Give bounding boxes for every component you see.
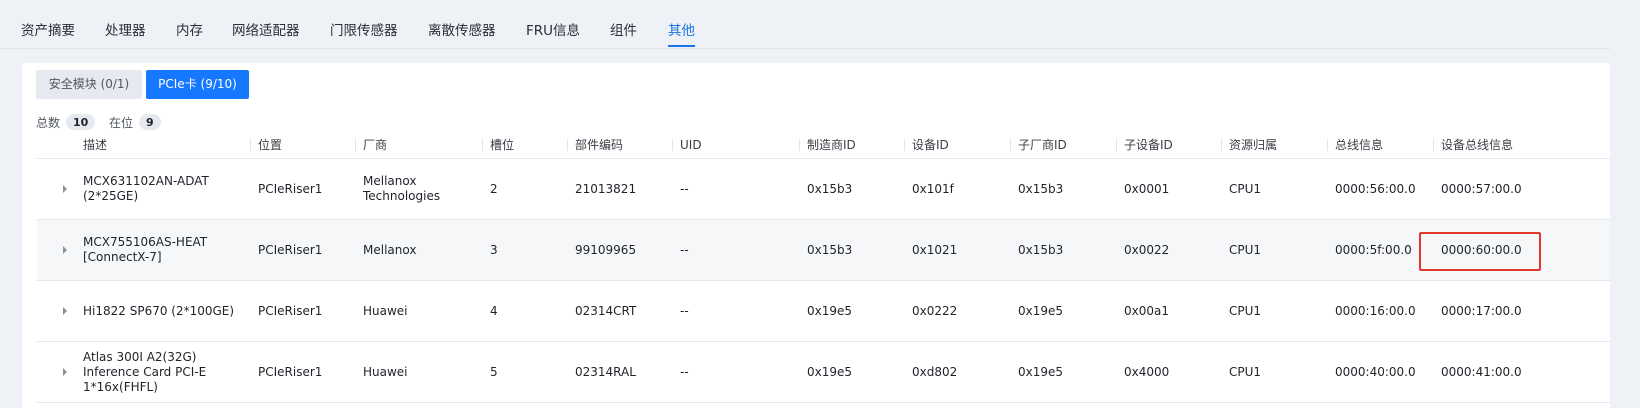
cell-uid: --	[680, 364, 689, 379]
cell-manufacturer-id: 0x15b3	[807, 181, 853, 196]
column-header-manufacturer-id: 制造商ID	[799, 132, 856, 158]
cell-resource-owner: CPU1	[1229, 242, 1262, 257]
tab-processor[interactable]: 处理器	[105, 22, 146, 40]
total-label: 总数	[36, 116, 61, 130]
table-row[interactable]: Atlas 300I A2(32G) Inference Card PCI-E …	[37, 342, 1610, 403]
column-header-subdevice-id: 子设备ID	[1116, 132, 1173, 158]
table-row[interactable]: MCX755106AS-HEAT [ConnectX-7] PCIeRiser1…	[37, 220, 1610, 281]
subtab-pcie-card[interactable]: PCIe卡 (9/10)	[146, 70, 249, 99]
cell-position: PCIeRiser1	[258, 242, 323, 257]
cell-vendor: Mellanox	[363, 242, 417, 257]
cell-subdevice-id: 0x00a1	[1124, 303, 1169, 318]
cell-device-id: 0x1021	[912, 242, 958, 257]
tab-memory[interactable]: 内存	[176, 22, 203, 40]
column-header-device-id: 设备ID	[904, 132, 949, 158]
column-header-resource-owner: 资源归属	[1221, 132, 1277, 158]
column-header-slot: 槽位	[482, 132, 514, 158]
cell-description: Atlas 300I A2(32G) Inference Card PCI-E …	[83, 349, 207, 394]
cell-position: PCIeRiser1	[258, 303, 323, 318]
total-count-badge: 10	[66, 114, 96, 130]
cell-device-bus-info: 0000:17:00.0	[1441, 303, 1522, 318]
cell-manufacturer-id: 0x19e5	[807, 303, 853, 318]
cell-slot: 3	[490, 242, 498, 257]
cell-bus-info: 0000:56:00.0	[1335, 181, 1416, 196]
cell-subvendor-id: 0x19e5	[1018, 364, 1064, 379]
expand-caret-icon[interactable]	[63, 246, 67, 254]
cell-resource-owner: CPU1	[1229, 364, 1262, 379]
cell-resource-owner: CPU1	[1229, 181, 1262, 196]
cell-subvendor-id: 0x19e5	[1018, 303, 1064, 318]
cell-device-id: 0x0222	[912, 303, 958, 318]
column-header-bus-info: 总线信息	[1327, 132, 1383, 158]
cell-position: PCIeRiser1	[258, 364, 323, 379]
expand-caret-icon[interactable]	[63, 307, 67, 315]
top-tab-bar: 资产摘要 处理器 内存 网络适配器 门限传感器 离散传感器 FRU信息 组件 其…	[0, 0, 1610, 49]
column-header-device-bus-info: 设备总线信息	[1433, 132, 1513, 158]
cell-uid: --	[680, 242, 689, 257]
cell-bus-info: 0000:40:00.0	[1335, 364, 1416, 379]
active-tab-indicator	[668, 45, 695, 47]
tab-fru-info[interactable]: FRU信息	[526, 22, 580, 40]
cell-bus-info: 0000:5f:00.0	[1335, 242, 1412, 257]
tab-asset-summary[interactable]: 资产摘要	[21, 22, 75, 40]
highlight-annotation-box	[1419, 232, 1541, 271]
present-count-badge: 9	[139, 114, 161, 130]
expand-caret-icon[interactable]	[63, 185, 67, 193]
cell-device-bus-info: 0000:41:00.0	[1441, 364, 1522, 379]
cell-part-number: 02314CRT	[575, 303, 637, 318]
cell-slot: 2	[490, 181, 498, 196]
cell-vendor: Huawei	[363, 303, 408, 318]
column-header-position: 位置	[250, 132, 282, 158]
cell-manufacturer-id: 0x15b3	[807, 242, 853, 257]
table-row[interactable]: MCX631102AN-ADAT (2*25GE) PCIeRiser1 Mel…	[37, 159, 1610, 220]
cell-device-id: 0xd802	[912, 364, 958, 379]
content-panel: 安全模块 (0/1) PCIe卡 (9/10) 总数 10 在位 9 描述 位置…	[22, 63, 1610, 408]
column-header-part-number: 部件编码	[567, 132, 623, 158]
cell-device-bus-info: 0000:57:00.0	[1441, 181, 1522, 196]
cell-manufacturer-id: 0x19e5	[807, 364, 853, 379]
cell-slot: 5	[490, 364, 498, 379]
expand-caret-icon[interactable]	[63, 368, 67, 376]
present-label: 在位	[109, 116, 134, 130]
table-row[interactable]: Hi1822 SP670 (2*100GE) PCIeRiser1 Huawei…	[37, 281, 1610, 342]
subtab-security-module[interactable]: 安全模块 (0/1)	[36, 70, 142, 99]
tab-components[interactable]: 组件	[610, 22, 637, 40]
cell-position: PCIeRiser1	[258, 181, 323, 196]
cell-resource-owner: CPU1	[1229, 303, 1262, 318]
cell-subvendor-id: 0x15b3	[1018, 181, 1064, 196]
table-header: 描述 位置 厂商 槽位 部件编码 UID 制造商ID 设备ID 子厂商ID 子设…	[37, 132, 1610, 159]
cell-part-number: 99109965	[575, 242, 637, 257]
cell-bus-info: 0000:16:00.0	[1335, 303, 1416, 318]
cell-subvendor-id: 0x15b3	[1018, 242, 1064, 257]
tab-network-adapter[interactable]: 网络适配器	[232, 22, 300, 40]
cell-description: MCX755106AS-HEAT [ConnectX-7]	[83, 235, 208, 264]
cell-device-id: 0x101f	[912, 181, 954, 196]
tab-other[interactable]: 其他	[668, 22, 695, 40]
cell-subdevice-id: 0x0001	[1124, 181, 1170, 196]
cell-part-number: 02314RAL	[575, 364, 636, 379]
tab-discrete-sensor[interactable]: 离散传感器	[428, 22, 496, 40]
cell-subdevice-id: 0x4000	[1124, 364, 1170, 379]
column-header-description: 描述	[83, 138, 108, 152]
cell-uid: --	[680, 181, 689, 196]
cell-description: MCX631102AN-ADAT (2*25GE)	[83, 174, 209, 203]
cell-subdevice-id: 0x0022	[1124, 242, 1170, 257]
cell-part-number: 21013821	[575, 181, 637, 196]
column-header-uid: UID	[672, 132, 702, 158]
cell-vendor: Huawei	[363, 364, 408, 379]
cell-slot: 4	[490, 303, 498, 318]
cell-vendor: Mellanox Technologies	[363, 174, 441, 203]
column-header-subvendor-id: 子厂商ID	[1010, 132, 1067, 158]
cell-description: Hi1822 SP670 (2*100GE)	[83, 303, 235, 318]
tab-threshold-sensor[interactable]: 门限传感器	[330, 22, 398, 40]
pcie-card-table: 描述 位置 厂商 槽位 部件编码 UID 制造商ID 设备ID 子厂商ID 子设…	[37, 132, 1610, 403]
column-header-vendor: 厂商	[355, 132, 387, 158]
cell-uid: --	[680, 303, 689, 318]
